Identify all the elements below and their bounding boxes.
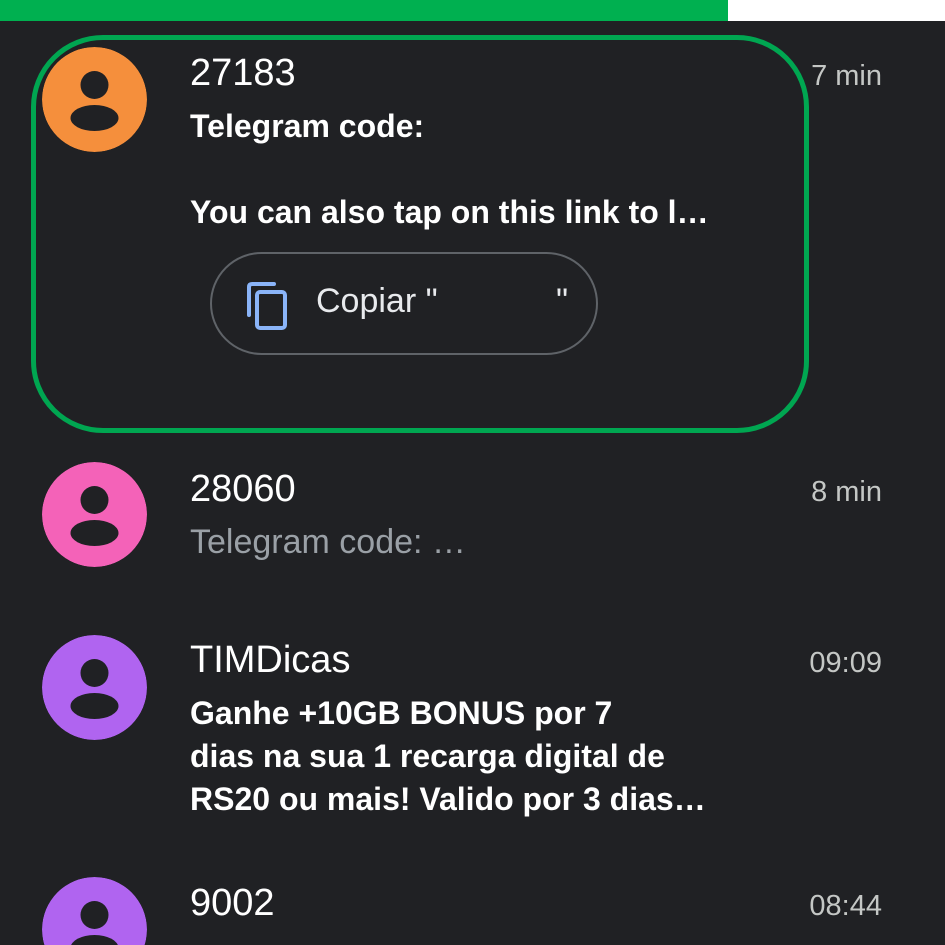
- message-snippet: Ganhe +10GB BONUS por 7 dias na sua 1 re…: [190, 692, 750, 821]
- sender-name: 28060: [190, 468, 296, 510]
- conversation-item-9002[interactable]: 9002 08:44: [0, 860, 945, 945]
- message-time: 09:09: [809, 647, 882, 679]
- contact-avatar: [42, 635, 147, 740]
- snippet-line-2: dias na sua 1 recarga digital de: [190, 738, 665, 774]
- snippet-line-1: Telegram code: …: [190, 523, 466, 561]
- contact-avatar: [42, 462, 147, 567]
- person-icon: [42, 462, 147, 567]
- conversation-item-28060[interactable]: 28060 8 min Telegram code: …: [0, 445, 945, 605]
- highlight-outline: [31, 35, 809, 433]
- snippet-line-3: RS20 ou mais! Valido por 3 dias…: [190, 781, 706, 817]
- person-icon: [42, 877, 147, 945]
- contact-avatar: [42, 877, 147, 945]
- sender-name: 9002: [190, 882, 275, 924]
- sender-name: TIMDicas: [190, 639, 351, 681]
- message-time: 8 min: [811, 476, 882, 508]
- messages-screen: 27183 7 min Telegram code: You can also …: [0, 0, 945, 945]
- person-icon: [42, 635, 147, 740]
- snippet-line-1: Ganhe +10GB BONUS por 7: [190, 695, 613, 731]
- conversation-item-timdicas[interactable]: TIMDicas 09:09 Ganhe +10GB BONUS por 7 d…: [0, 615, 945, 865]
- message-time: 7 min: [811, 60, 882, 92]
- message-snippet: Telegram code: …: [190, 521, 750, 564]
- message-time: 08:44: [809, 890, 882, 922]
